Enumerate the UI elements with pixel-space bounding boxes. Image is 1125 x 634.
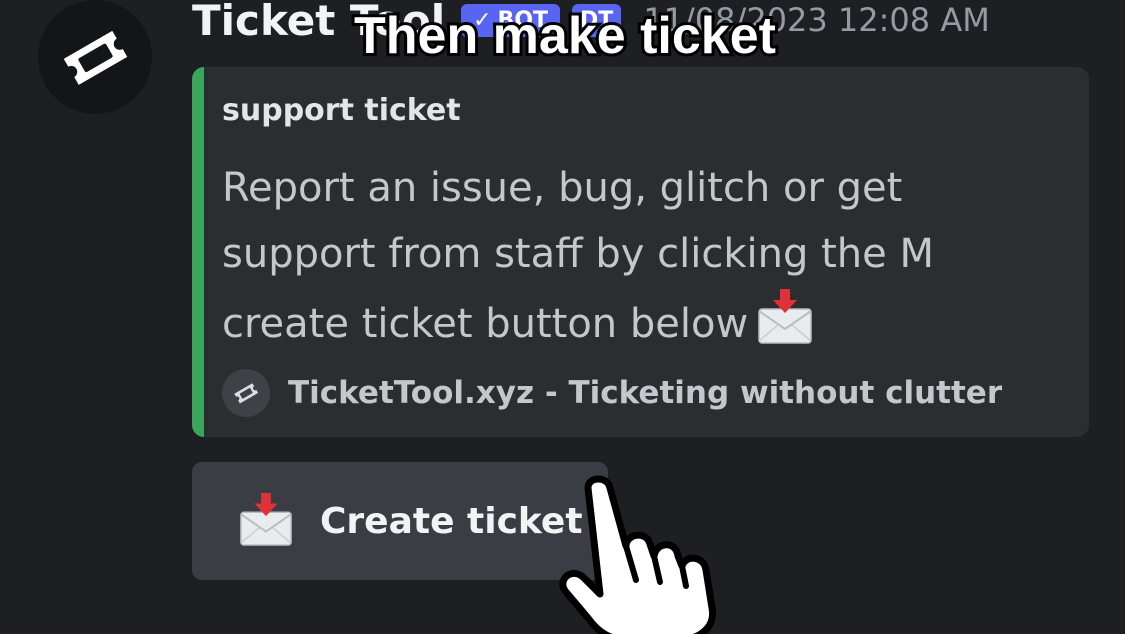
footer-ticket-icon	[222, 369, 270, 417]
video-caption: Then make ticket	[351, 4, 779, 68]
create-ticket-button[interactable]: Create ticket	[192, 462, 608, 580]
embed-description-line: Report an issue, bug, glitch or get	[222, 165, 903, 211]
embed-description: Report an issue, bug, glitch or get supp…	[222, 155, 982, 365]
discord-chat-view: Ticket Tool ✓ BOT DT 11/08/2023 12:08 AM…	[0, 0, 1125, 634]
create-ticket-label: Create ticket	[320, 500, 583, 542]
embed-description-line: support from staff by clicking the M	[222, 231, 934, 277]
embed-title: support ticket	[222, 93, 461, 128]
envelope-with-arrow-icon	[756, 287, 814, 365]
pointing-hand-icon	[559, 475, 716, 634]
support-embed: support ticket Report an issue, bug, gli…	[192, 67, 1089, 437]
embed-description-line: create ticket button below	[222, 301, 749, 347]
embed-footer-text: TicketTool.xyz - Ticketing without clutt…	[288, 375, 1003, 411]
embed-description-line-with-emoji: create ticket button below	[222, 287, 982, 365]
embed-footer: TicketTool.xyz - Ticketing without clutt…	[222, 369, 1002, 417]
envelope-with-arrow-icon	[238, 491, 294, 551]
